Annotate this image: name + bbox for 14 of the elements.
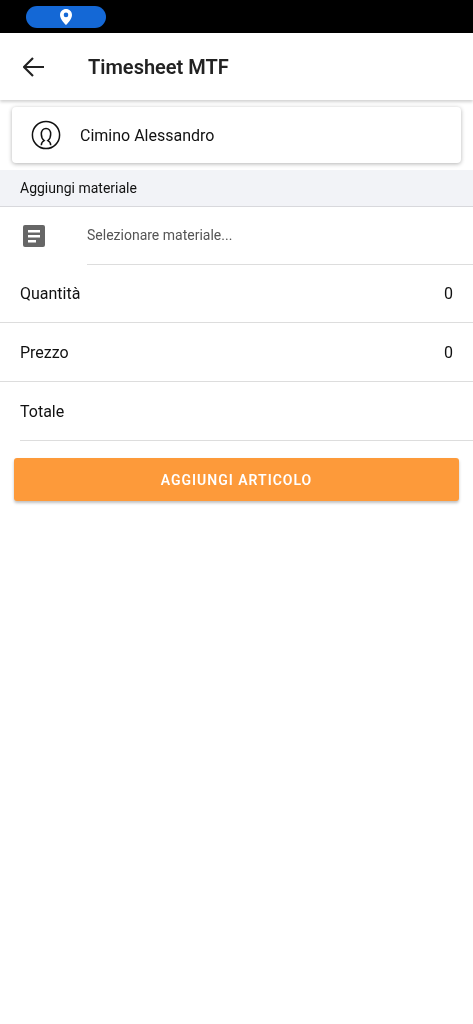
material-select-field[interactable]: Selezionare materiale... (87, 206, 473, 265)
field-label: Quantità (20, 283, 81, 303)
location-pin-icon (60, 8, 72, 25)
field-value: 0 (444, 283, 453, 303)
section-title: Aggiungi materiale (20, 180, 137, 196)
field-value: 0 (444, 342, 453, 362)
back-arrow-icon[interactable] (23, 56, 45, 77)
user-name: Cimino Alessandro (80, 125, 215, 145)
screen-title: Timesheet MTF (88, 54, 229, 79)
field-label: Prezzo (20, 342, 69, 362)
document-icon (23, 224, 45, 247)
person-icon (31, 120, 61, 150)
field-label: Totale (20, 401, 65, 421)
add-item-button[interactable]: AGGIUNGI ARTICOLO (14, 458, 459, 501)
